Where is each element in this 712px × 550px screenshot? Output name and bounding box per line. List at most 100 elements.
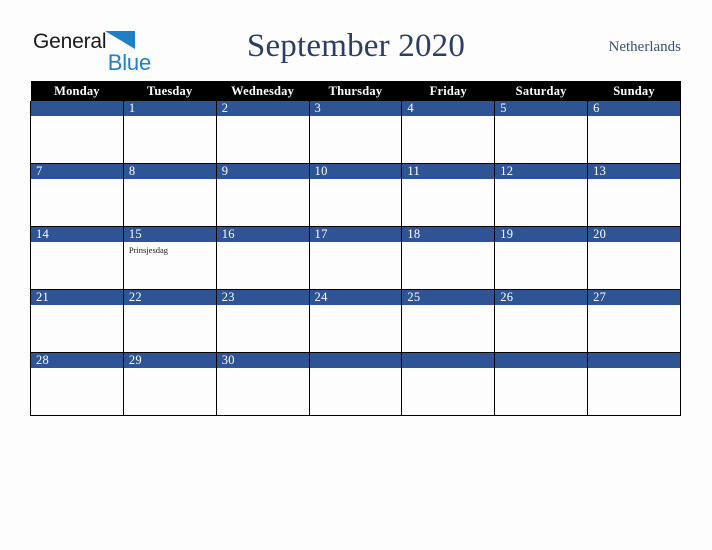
calendar-week-row: 21 22 23 24 25 26 27 xyxy=(30,289,681,353)
day-cell-inner: 12 xyxy=(495,164,588,226)
day-number: 29 xyxy=(123,353,216,368)
day-number: 24 xyxy=(309,290,402,305)
day-number xyxy=(309,353,402,368)
day-number: 8 xyxy=(123,164,216,179)
calendar-day-cell[interactable]: 20 xyxy=(587,226,681,290)
day-cell-inner: 14 xyxy=(31,227,123,289)
day-cell-inner: 11 xyxy=(402,164,495,226)
day-cell-inner: 9 xyxy=(216,164,309,226)
calendar-week-row: 14 15 Prinsjesdag 16 17 18 19 20 xyxy=(30,226,681,290)
day-number: 4 xyxy=(402,101,495,116)
calendar-day-cell[interactable]: 13 xyxy=(587,163,681,227)
calendar-day-cell[interactable]: 10 xyxy=(308,163,403,227)
calendar-day-cell[interactable]: 25 xyxy=(401,289,496,353)
calendar-day-cell[interactable]: 5 xyxy=(494,101,589,164)
day-number: 6 xyxy=(588,101,680,116)
weekday-header-friday: Friday xyxy=(401,81,495,101)
day-cell-inner: 6 xyxy=(588,101,680,163)
calendar-day-cell[interactable]: 30 xyxy=(215,352,310,416)
calendar-day-cell[interactable]: 11 xyxy=(401,163,496,227)
day-number: 9 xyxy=(216,164,309,179)
day-cell-inner xyxy=(588,353,680,415)
calendar-day-cell[interactable]: 2 xyxy=(215,101,310,164)
day-cell-inner: 26 xyxy=(495,290,588,352)
calendar-day-cell[interactable]: 14 xyxy=(30,226,124,290)
day-cell-inner: 1 xyxy=(123,101,216,163)
calendar-week-row: 123456 xyxy=(30,101,681,164)
calendar-body: 1 2 3 4 5 6 7 8 9 10 11 12 13 14 15 Prinsjesdag 16 17 18 19… xyxy=(30,101,681,416)
calendar-week-row: 28 29 30 xyxy=(30,352,681,416)
day-number: 1 xyxy=(123,101,216,116)
day-cell-inner: 4 xyxy=(402,101,495,163)
day-cell-inner: 10 xyxy=(309,164,402,226)
day-cell-inner: 16 xyxy=(216,227,309,289)
day-number: 28 xyxy=(31,353,123,368)
calendar-day-cell[interactable]: 19 xyxy=(494,226,589,290)
day-cell-inner: 13 xyxy=(588,164,680,226)
calendar-day-cell[interactable]: 1 xyxy=(122,101,217,164)
day-number xyxy=(588,353,680,368)
day-cell-inner: 21 xyxy=(31,290,123,352)
day-cell-inner: 8 xyxy=(123,164,216,226)
day-number: 30 xyxy=(216,353,309,368)
calendar-day-cell[interactable]: 29 xyxy=(122,352,217,416)
calendar-day-cell[interactable]: 12 xyxy=(494,163,589,227)
day-number: 27 xyxy=(588,290,680,305)
day-cell-inner xyxy=(495,353,588,415)
calendar-day-cell[interactable]: 8 xyxy=(122,163,217,227)
day-number xyxy=(31,101,123,116)
calendar-day-cell[interactable]: 18 xyxy=(401,226,496,290)
calendar-day-cell[interactable]: 17 xyxy=(308,226,403,290)
calendar-day-cell[interactable]: 9 xyxy=(215,163,310,227)
day-number: 3 xyxy=(309,101,402,116)
day-events: Prinsjesdag xyxy=(124,242,216,256)
weekday-header-thursday: Thursday xyxy=(309,81,402,101)
calendar-day-cell[interactable]: 6 xyxy=(587,101,681,164)
day-cell-inner: 27 xyxy=(588,290,680,352)
calendar-day-cell[interactable]: 7 xyxy=(30,163,124,227)
day-number: 10 xyxy=(309,164,402,179)
calendar-day-cell[interactable]: 28 xyxy=(30,352,124,416)
day-number: 14 xyxy=(31,227,123,242)
day-cell-inner: 3 xyxy=(309,101,402,163)
day-cell-inner: 7 xyxy=(31,164,123,226)
day-number: 20 xyxy=(588,227,680,242)
calendar-day-cell[interactable]: 21 xyxy=(30,289,124,353)
calendar-week-row: 7 8 9 10 11 12 13 xyxy=(30,163,681,227)
day-cell-inner: 28 xyxy=(31,353,123,415)
day-number: 21 xyxy=(31,290,123,305)
calendar-day-cell[interactable]: 24 xyxy=(308,289,403,353)
day-cell-inner: 18 xyxy=(402,227,495,289)
calendar-page: General Blue September 2020 Netherlands … xyxy=(0,0,712,550)
day-number: 2 xyxy=(216,101,309,116)
day-cell-inner xyxy=(309,353,402,415)
weekday-header-wednesday: Wednesday xyxy=(216,81,310,101)
holiday-label: Prinsjesdag xyxy=(128,245,169,255)
calendar-day-cell[interactable]: 15 Prinsjesdag xyxy=(122,226,217,290)
day-cell-inner: 29 xyxy=(123,353,216,415)
calendar-day-cell[interactable]: 3 xyxy=(308,101,403,164)
day-number: 5 xyxy=(495,101,588,116)
calendar-day-cell[interactable]: 26 xyxy=(494,289,589,353)
day-cell-inner xyxy=(402,353,495,415)
weekday-header-sunday: Sunday xyxy=(587,81,681,101)
day-number: 22 xyxy=(123,290,216,305)
calendar-day-cell[interactable]: 23 xyxy=(215,289,310,353)
day-number: 18 xyxy=(402,227,495,242)
day-number xyxy=(495,353,588,368)
calendar-day-cell[interactable]: 22 xyxy=(122,289,217,353)
calendar-day-cell[interactable]: 16 xyxy=(215,226,310,290)
calendar-day-cell[interactable]: 4 xyxy=(401,101,496,164)
day-number xyxy=(402,353,495,368)
day-number: 26 xyxy=(495,290,588,305)
day-cell-inner: 25 xyxy=(402,290,495,352)
calendar-day-cell[interactable]: 27 xyxy=(587,289,681,353)
day-number: 19 xyxy=(495,227,588,242)
weekday-header-row: Monday Tuesday Wednesday Thursday Friday… xyxy=(30,81,681,101)
calendar-empty-cell xyxy=(587,352,681,416)
day-number: 23 xyxy=(216,290,309,305)
calendar-empty-cell xyxy=(30,101,124,164)
day-number: 15 xyxy=(123,227,216,242)
day-number: 17 xyxy=(309,227,402,242)
day-number: 11 xyxy=(402,164,495,179)
